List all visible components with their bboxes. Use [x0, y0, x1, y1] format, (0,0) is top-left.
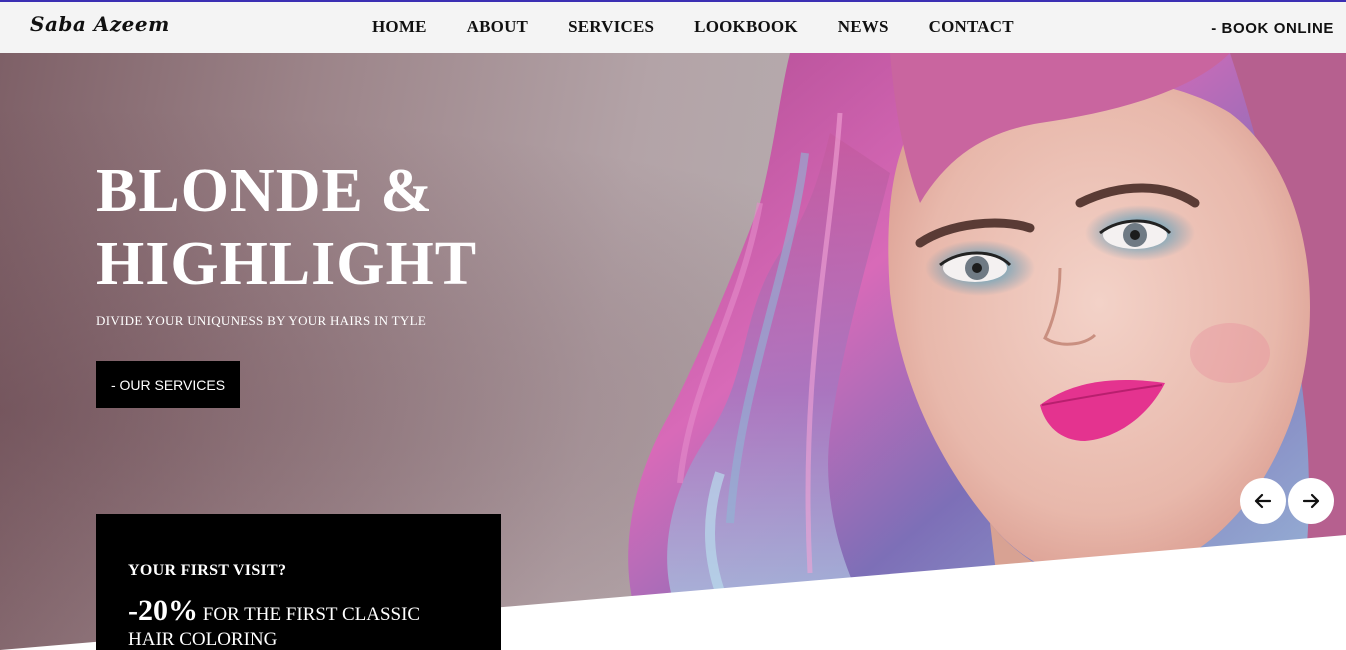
headline-line-2: HIGHLIGHT	[96, 230, 478, 298]
nav-home[interactable]: HOME	[372, 17, 427, 37]
book-online-link[interactable]: - BOOK ONLINE	[1211, 20, 1334, 37]
first-visit-promo: YOUR FIRST VISIT? -20% FOR THE FIRST CLA…	[96, 514, 501, 650]
hero-subline: DIVIDE YOUR UNIQUNESS BY YOUR HAIRS IN T…	[96, 313, 427, 328]
hero-headline: BLONDE & HIGHLIGHT	[96, 155, 477, 301]
headline-line-1: BLONDE &	[96, 157, 433, 225]
logo[interactable]: Saba Azeem	[30, 12, 170, 36]
nav-about[interactable]: ABOUT	[467, 17, 528, 37]
arrow-right-icon	[1302, 493, 1320, 509]
nav-news[interactable]: NEWS	[838, 17, 889, 37]
nav-contact[interactable]: CONTACT	[929, 17, 1014, 37]
our-services-button[interactable]: - OUR SERVICES	[96, 361, 240, 408]
nav-services[interactable]: SERVICES	[568, 17, 654, 37]
promo-percent: -20%	[128, 594, 198, 627]
site-header: Saba Azeem HOME ABOUT SERVICES LOOKBOOK …	[0, 2, 1346, 53]
main-nav: HOME ABOUT SERVICES LOOKBOOK NEWS CONTAC…	[372, 17, 1054, 37]
slider-prev-button[interactable]	[1240, 478, 1286, 524]
promo-title: YOUR FIRST VISIT?	[128, 562, 287, 579]
promo-text: -20% FOR THE FIRST CLASSIC HAIR COLORING	[128, 596, 468, 650]
slider-next-button[interactable]	[1288, 478, 1334, 524]
arrow-left-icon	[1254, 493, 1272, 509]
nav-lookbook[interactable]: LOOKBOOK	[694, 17, 798, 37]
